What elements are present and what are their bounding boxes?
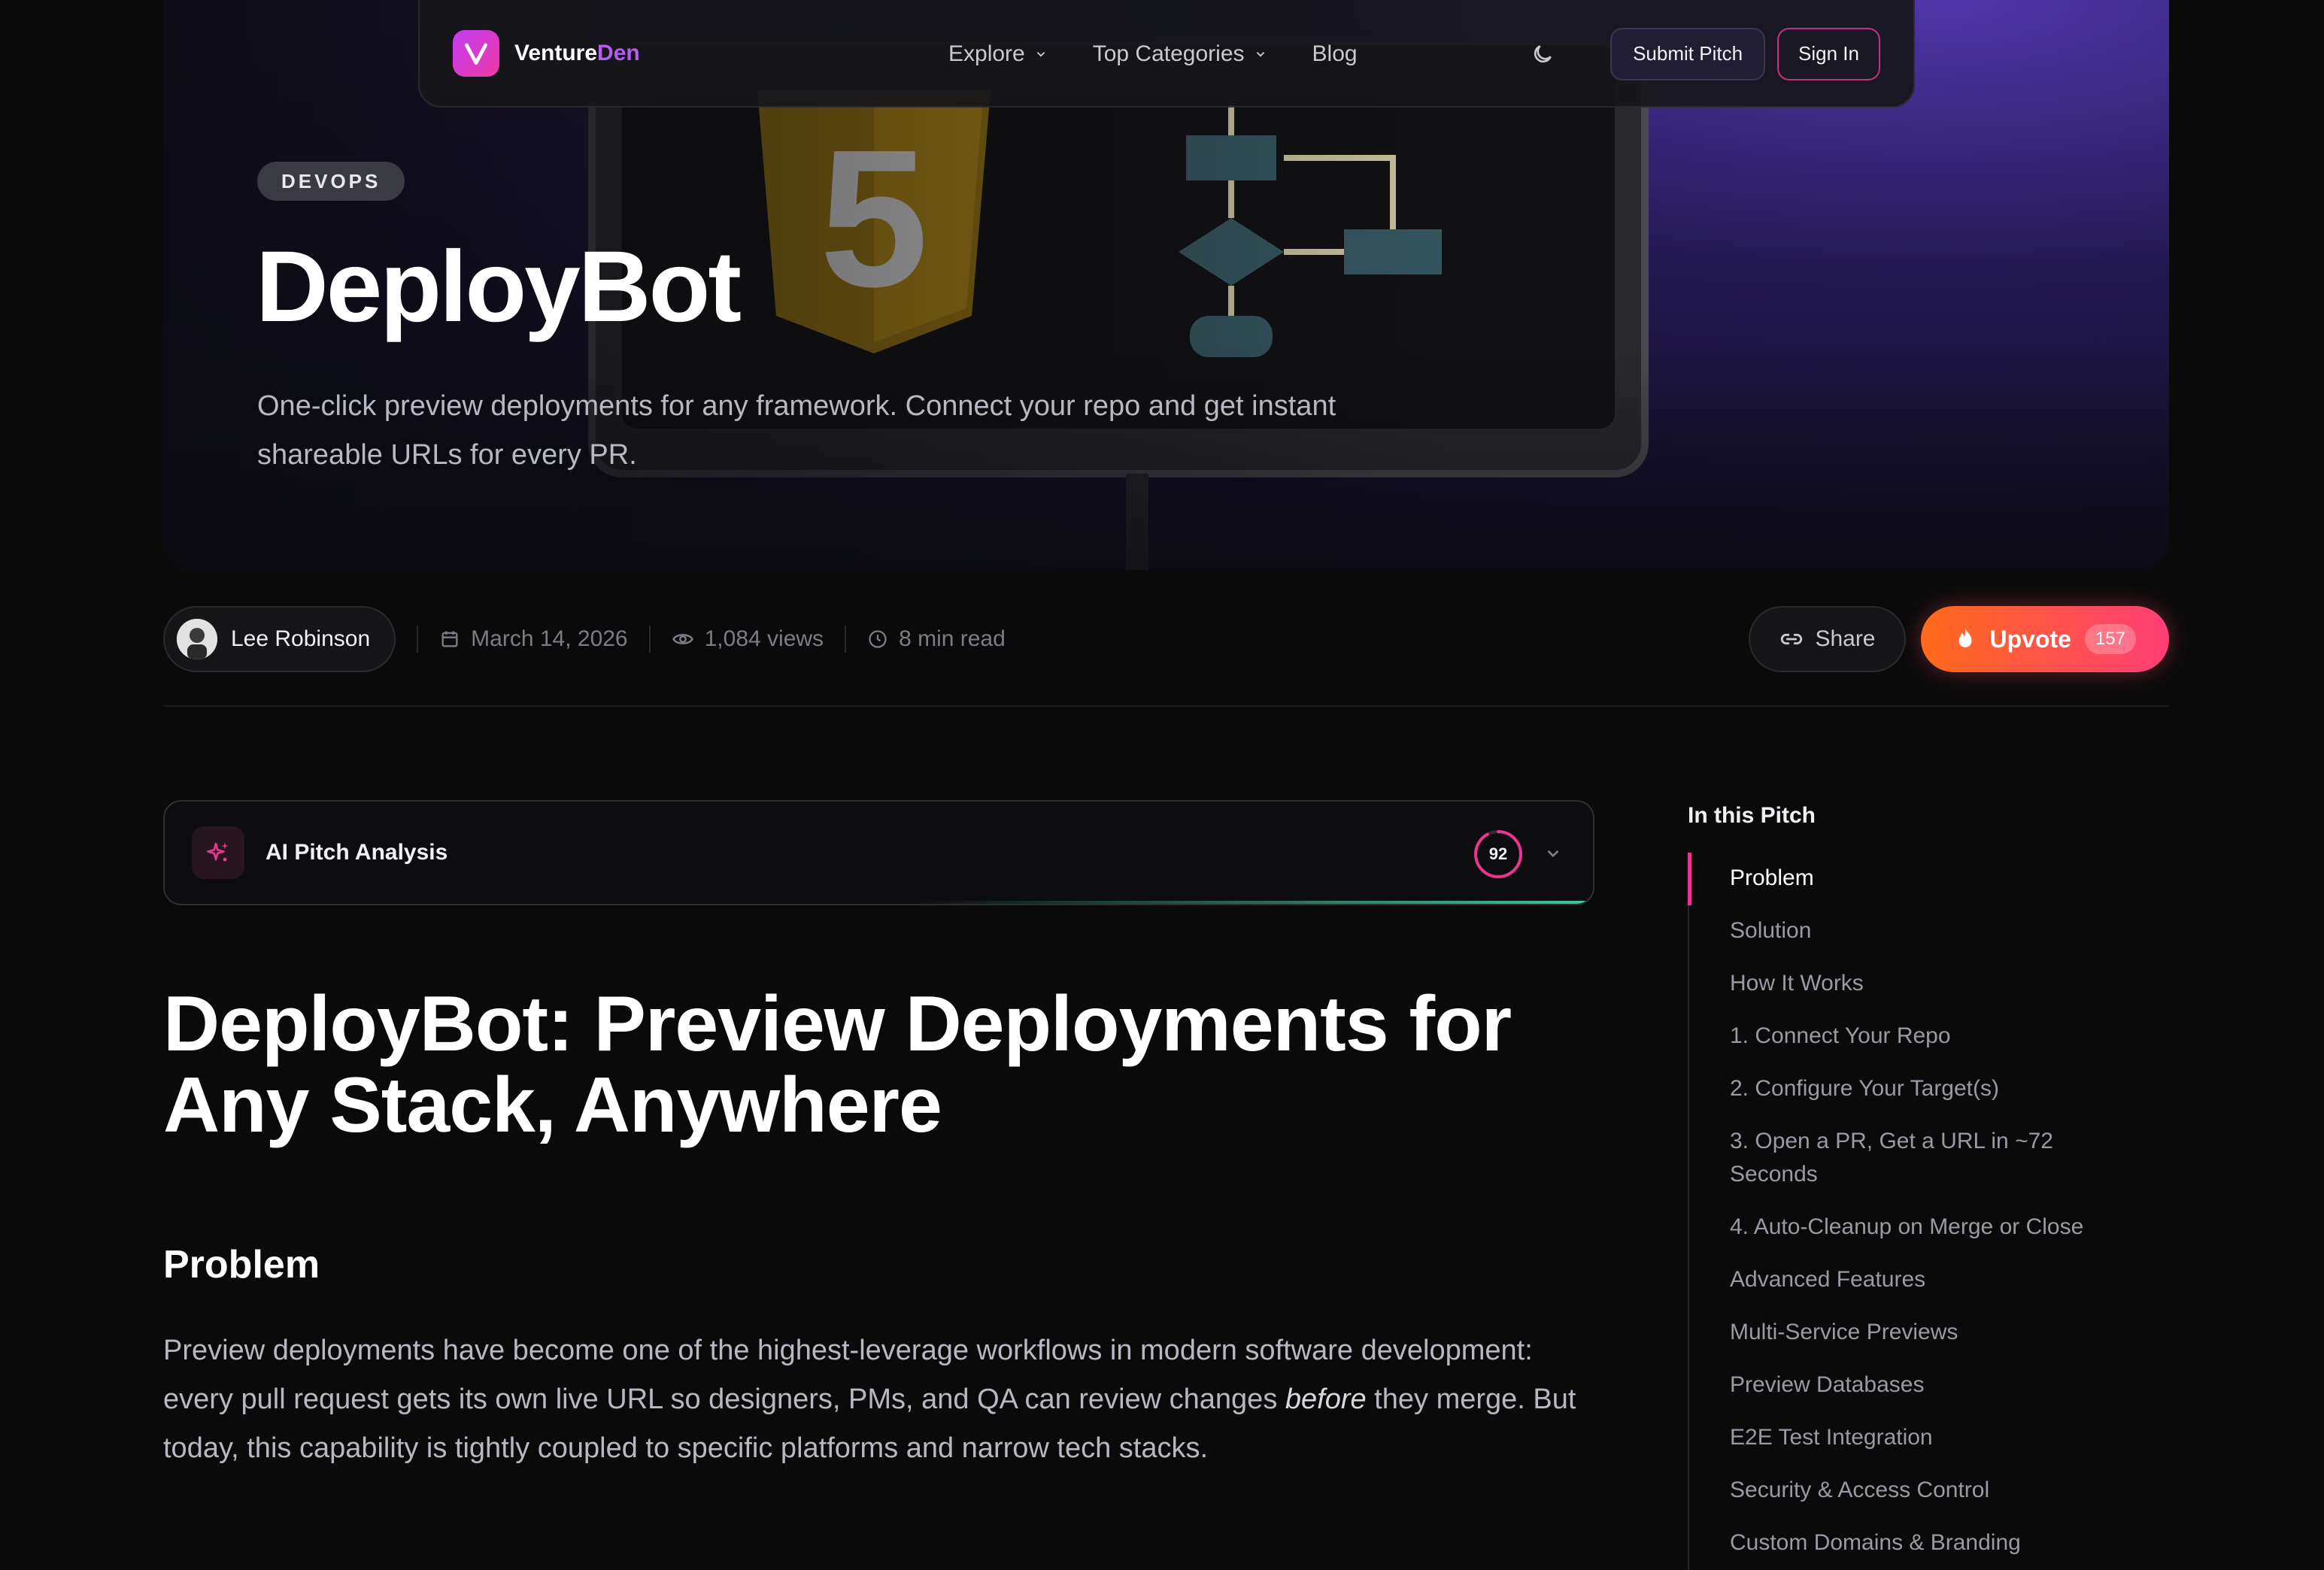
nav-top-categories-label: Top Categories	[1092, 41, 1245, 66]
hero-description: One-click preview deployments for any fr…	[257, 390, 1336, 471]
nav-actions: Submit Pitch Sign In	[1520, 0, 1880, 108]
sparkles-icon	[192, 826, 244, 879]
meta-divider	[163, 705, 2169, 707]
hero-title: DeployBot	[256, 231, 742, 343]
table-of-contents: Problem Solution How It Works 1. Connect Yo…	[1688, 853, 2169, 1570]
toc-item[interactable]: 2. Configure Your Target(s)	[1689, 1072, 2140, 1105]
toc-item[interactable]: Security & Access Control	[1689, 1474, 2140, 1507]
read-time: 8 min read	[845, 626, 1027, 653]
brand-logo[interactable]: VentureDen	[453, 29, 640, 77]
nav-explore[interactable]: Explore	[948, 41, 1048, 67]
toc-item[interactable]: Preview Databases	[1689, 1368, 2140, 1402]
nav-blog[interactable]: Blog	[1312, 41, 1358, 67]
toc-item[interactable]: Multi-Service Previews	[1689, 1316, 2140, 1349]
score-value: 92	[1488, 844, 1508, 863]
upvote-button[interactable]: Upvote 157	[1920, 606, 2169, 672]
chevron-down-icon	[1036, 51, 1045, 57]
nav-blog-label: Blog	[1312, 41, 1358, 66]
eye-icon	[672, 634, 693, 644]
publish-date-label: March 14, 2026	[471, 626, 628, 651]
toc-item[interactable]: Problem	[1688, 853, 2140, 905]
toc-item[interactable]: Advanced Features	[1689, 1263, 2140, 1296]
moon-icon	[1534, 44, 1552, 62]
toc-item[interactable]: 1. Connect Your Repo	[1689, 1020, 2140, 1053]
upvote-count-badge: 157	[2084, 624, 2136, 654]
sign-in-button[interactable]: Sign In	[1777, 27, 1880, 80]
author-chip[interactable]: Lee Robinson	[163, 606, 396, 672]
view-count-label: 1,084 views	[704, 626, 824, 651]
toc-item[interactable]: Custom Domains & Branding	[1689, 1526, 2140, 1559]
toc-item[interactable]: 4. Auto-Cleanup on Merge or Close	[1689, 1211, 2140, 1244]
logo-v-icon	[453, 29, 499, 77]
pitch-meta-row: Lee Robinson March 14, 2026 1,084 views …	[163, 606, 2169, 672]
submit-pitch-button[interactable]: Submit Pitch	[1610, 27, 1766, 80]
toc-item[interactable]: 3. Open a PR, Get a URL in ~72 Seconds	[1689, 1125, 2140, 1191]
toc-item[interactable]: Solution	[1689, 914, 2140, 947]
top-navigation: VentureDen Explore Top Categories Blog S…	[418, 0, 1915, 108]
pitch-actions: Share Upvote 157	[1749, 606, 2169, 672]
upvote-label: Upvote	[1989, 625, 2071, 653]
toc-title: In this Pitch	[1688, 803, 1816, 828]
ai-analysis-title: AI Pitch Analysis	[265, 840, 448, 865]
theme-toggle-button[interactable]	[1520, 32, 1565, 77]
calendar-icon	[441, 631, 458, 647]
nav-explore-label: Explore	[948, 41, 1025, 66]
link-icon	[1781, 633, 1803, 645]
chevron-down-icon[interactable]	[1543, 844, 1563, 863]
share-button[interactable]: Share	[1749, 606, 1906, 672]
view-count: 1,084 views	[648, 626, 845, 653]
toc-item[interactable]: E2E Test Integration	[1689, 1421, 2140, 1454]
ai-pitch-analysis-card[interactable]: AI Pitch Analysis 92	[163, 800, 1594, 905]
category-tag[interactable]: DEVOPS	[257, 162, 405, 201]
share-label: Share	[1815, 626, 1876, 651]
nav-links: Explore Top Categories Blog	[948, 0, 1358, 108]
read-time-label: 8 min read	[899, 626, 1006, 651]
author-name: Lee Robinson	[231, 626, 371, 651]
clock-icon	[869, 630, 887, 648]
article-title: DeployBot: Preview Deployments for Any S…	[163, 980, 1512, 1149]
publish-date: March 14, 2026	[417, 626, 648, 653]
avatar	[177, 619, 217, 659]
nav-top-categories[interactable]: Top Categories	[1093, 41, 1267, 67]
section-heading-problem: Problem	[163, 1243, 320, 1287]
score-ring: 92	[1473, 829, 1524, 880]
flame-icon	[1958, 628, 1971, 647]
toc-item[interactable]: How It Works	[1689, 967, 2140, 1000]
brand-name: VentureDen	[514, 40, 640, 65]
chevron-down-icon	[1256, 51, 1264, 57]
problem-paragraph: Preview deployments have become one of t…	[163, 1335, 1576, 1464]
